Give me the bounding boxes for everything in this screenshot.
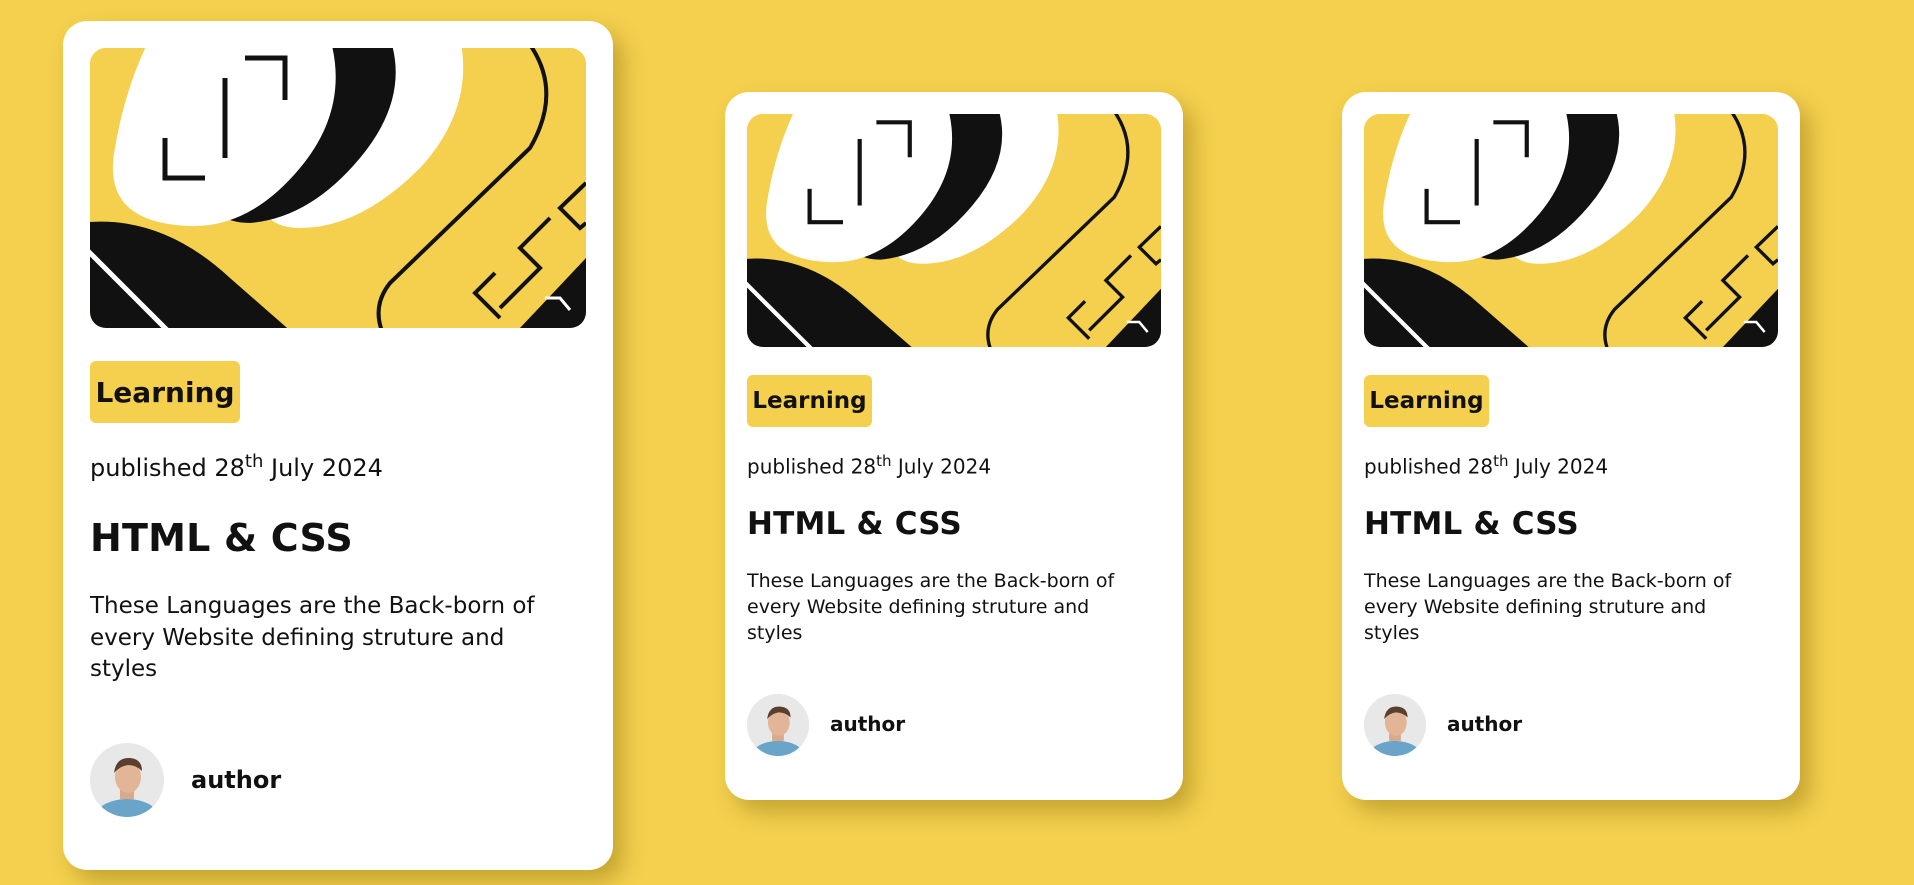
category-tag[interactable]: Learning xyxy=(90,361,240,423)
published-date: published 28th July 2024 xyxy=(747,452,991,479)
published-date-rest: July 2024 xyxy=(891,454,992,479)
blog-card-3[interactable]: Learning published 28th July 2024 HTML &… xyxy=(1342,92,1800,800)
published-date-suffix: th xyxy=(244,451,264,472)
author-name[interactable]: author xyxy=(830,712,905,736)
author-name[interactable]: author xyxy=(1447,712,1522,736)
published-date-day: published 28 xyxy=(90,454,245,482)
blog-card-1[interactable]: Learning published 28th July 2024 HTML &… xyxy=(63,21,613,870)
blog-card-illustration xyxy=(90,48,586,328)
published-date-rest: July 2024 xyxy=(1508,454,1609,479)
published-date-day: published 28 xyxy=(747,454,877,479)
blog-card-illustration xyxy=(1364,114,1778,347)
published-date-suffix: th xyxy=(876,452,892,470)
published-date-suffix: th xyxy=(1493,452,1509,470)
author-photo-icon xyxy=(90,743,164,817)
published-date-rest: July 2024 xyxy=(263,454,383,482)
card-title[interactable]: HTML & CSS xyxy=(747,506,962,542)
author-photo-icon xyxy=(747,694,809,756)
author-name[interactable]: author xyxy=(191,766,281,794)
card-description: These Languages are the Back-born of eve… xyxy=(747,570,1115,645)
author-avatar xyxy=(747,694,809,756)
author-avatar xyxy=(90,743,164,817)
published-date: published 28th July 2024 xyxy=(1364,452,1608,479)
category-tag[interactable]: Learning xyxy=(747,375,872,427)
published-date-day: published 28 xyxy=(1364,454,1494,479)
blog-preview-stage: Learning published 28th July 2024 HTML &… xyxy=(0,0,1914,885)
abstract-illustration-icon xyxy=(747,114,1161,347)
card-description: These Languages are the Back-born of eve… xyxy=(90,593,535,683)
abstract-illustration-icon xyxy=(90,48,586,328)
category-tag[interactable]: Learning xyxy=(1364,375,1489,427)
blog-card-illustration xyxy=(747,114,1161,347)
author-photo-icon xyxy=(1364,694,1426,756)
abstract-illustration-icon xyxy=(1364,114,1778,347)
card-title[interactable]: HTML & CSS xyxy=(1364,506,1579,542)
author-avatar xyxy=(1364,694,1426,756)
blog-card-2[interactable]: Learning published 28th July 2024 HTML &… xyxy=(725,92,1183,800)
card-description: These Languages are the Back-born of eve… xyxy=(1364,570,1732,645)
card-title[interactable]: HTML & CSS xyxy=(90,516,353,560)
published-date: published 28th July 2024 xyxy=(90,451,383,482)
